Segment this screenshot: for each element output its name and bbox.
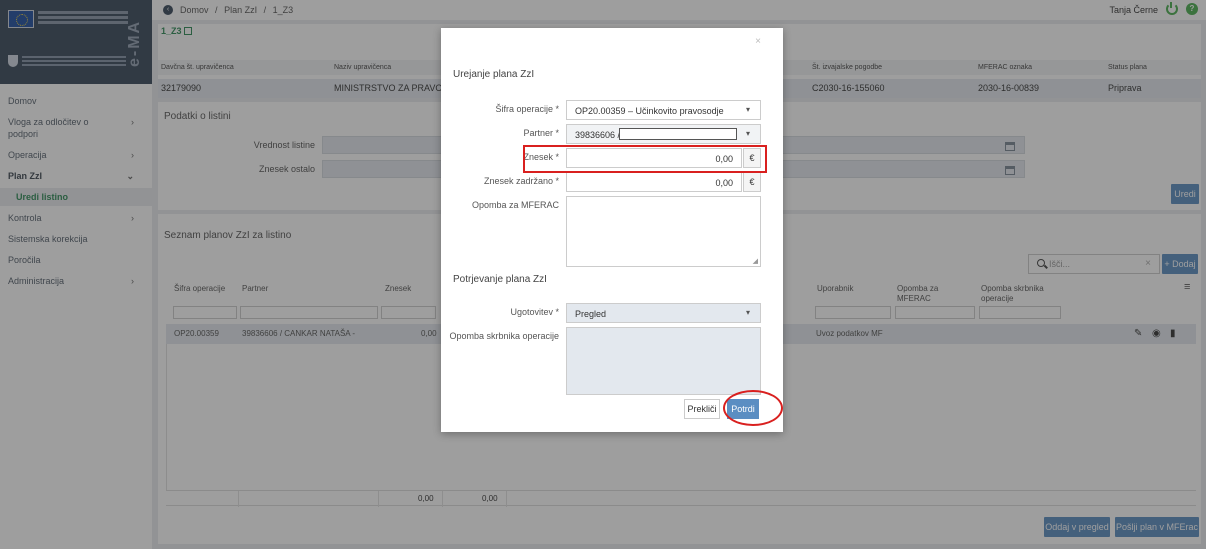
highlight-rectangle-annotation: [523, 145, 767, 173]
ugotovitev-value: Pregled: [575, 309, 607, 319]
ugotovitev-select[interactable]: Pregled ▾: [566, 303, 761, 323]
highlight-ellipse-annotation: [723, 390, 783, 426]
sifra-operacije-select[interactable]: OP20.00359 – Učinkovito pravosodje ▾: [566, 100, 761, 120]
znesek-zadrzano-label: Znesek zadržano *: [483, 176, 559, 186]
sifra-operacije-value: OP20.00359 – Učinkovito pravosodje: [575, 106, 724, 116]
close-icon[interactable]: ×: [755, 36, 761, 47]
opomba-skrbnika-textarea[interactable]: [566, 327, 761, 395]
urejanje-plana-modal: × Urejanje plana ZzI Šifra operacije * O…: [441, 28, 783, 432]
euro-addon: €: [743, 172, 761, 192]
partner-label: Partner *: [523, 128, 559, 138]
partner-select[interactable]: 39836606 / ▾: [566, 124, 761, 144]
opomba-skrbnika-label: Opomba skrbnika operacije: [449, 331, 559, 341]
modal-title: Urejanje plana ZzI: [453, 69, 535, 80]
chevron-down-icon: ▾: [745, 308, 750, 317]
sifra-operacije-label: Šifra operacije *: [495, 104, 559, 114]
chevron-down-icon: ▾: [745, 105, 750, 114]
cancel-button[interactable]: Prekliči: [684, 399, 720, 419]
ugotovitev-label: Ugotovitev *: [510, 307, 559, 317]
potrjevanje-title: Potrjevanje plana ZzI: [453, 274, 547, 285]
chevron-down-icon: ▾: [745, 129, 750, 138]
znesek-zadrzano-input[interactable]: 0,00: [566, 172, 742, 192]
redacted-partner-name: [619, 128, 737, 140]
resize-handle-icon[interactable]: ◢: [753, 257, 758, 265]
opomba-mferac-textarea[interactable]: ◢: [566, 196, 761, 267]
opomba-mferac-label: Opomba za MFERAC: [471, 200, 559, 210]
znesek-zadrzano-value: 0,00: [715, 178, 733, 188]
partner-value: 39836606 /: [575, 130, 621, 140]
